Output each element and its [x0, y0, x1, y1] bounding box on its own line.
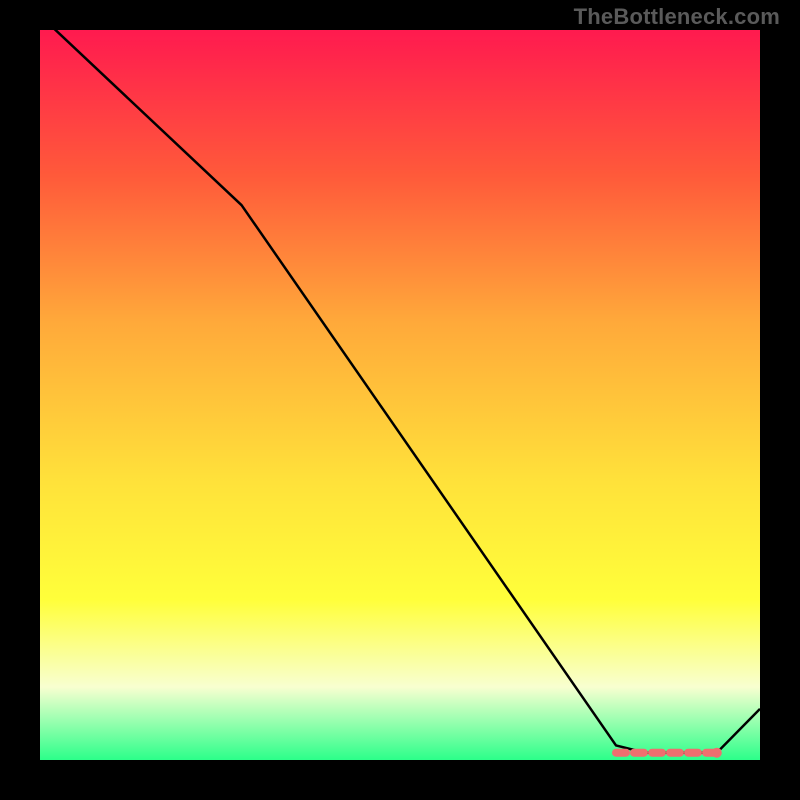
optimal-band-end-dot [712, 748, 722, 758]
plot-frame [40, 30, 760, 760]
plot-svg [40, 30, 760, 760]
chart-container: TheBottleneck.com [0, 0, 800, 800]
watermark-text: TheBottleneck.com [574, 4, 780, 30]
gradient-background [40, 30, 760, 760]
